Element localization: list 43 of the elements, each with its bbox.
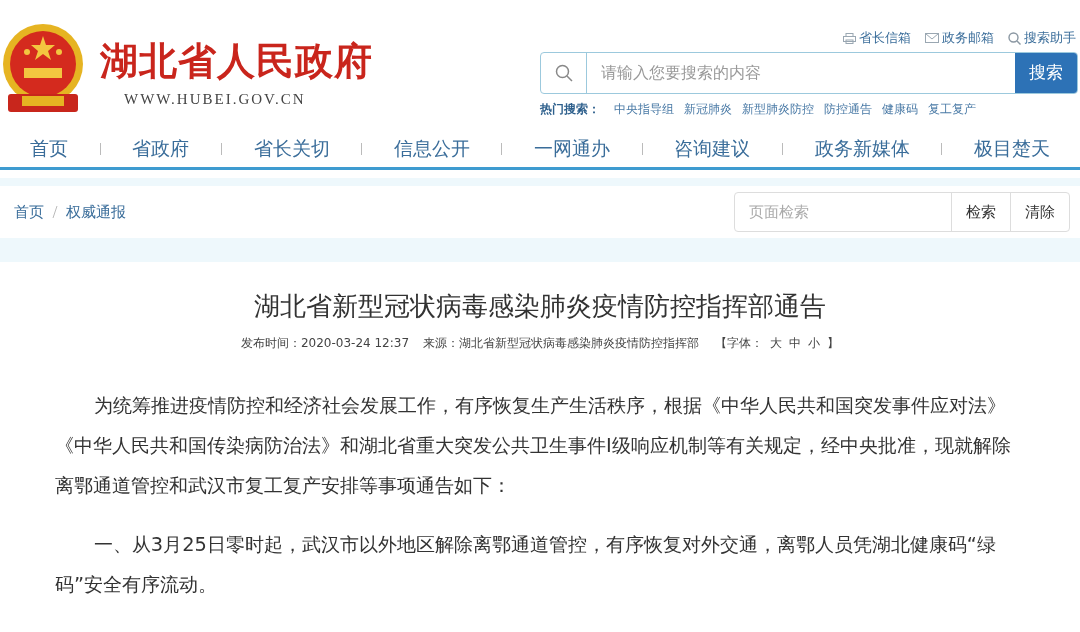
page-search-button[interactable]: 检索 [951, 193, 1010, 231]
nav-link[interactable]: 政务新媒体 [814, 134, 910, 163]
nav-link[interactable]: 咨询建议 [674, 134, 751, 163]
hot-search-label: 热门搜索： [540, 101, 600, 118]
font-size-bracket: 】 [827, 335, 840, 352]
hot-search-link[interactable]: 防控通告 [824, 100, 872, 118]
breadcrumb-link[interactable]: 权威通报 [66, 200, 126, 224]
search-box[interactable]: 请输入您要搜索的内容 搜索 [540, 52, 1078, 94]
article-source: 来源：湖北省新型冠状病毒感染肺炎疫情防控指挥部 [423, 335, 700, 352]
article-paragraph: 为统筹推进疫情防控和经济社会发展工作，有序恢复生产生活秩序，根据《中华人民共和国突发事件应对法》《中华人民共和国传染病防治法》和湖北省重大突发公共卫生事件I级响应机制等有关规定，经中央批准，现就解除离鄂通道管控和武汉市复工复产安排等事项通告如下： [55, 393, 1012, 499]
nav-link[interactable]: 一网通办 [534, 134, 611, 163]
printer-icon [843, 32, 856, 44]
site-url: WWW.HUBEI.GOV.CN [124, 90, 307, 109]
hot-search-link[interactable]: 新冠肺炎 [684, 100, 732, 118]
nav-link[interactable]: 信息公开 [393, 134, 470, 163]
article-title: 湖北省新型冠状病毒感染肺炎疫情防控指挥部通告 [254, 290, 826, 323]
hot-search-link[interactable]: 复工复产 [928, 100, 976, 118]
font-size-label: 【字体： [715, 335, 764, 352]
font-size-link[interactable]: 大 [770, 334, 783, 352]
slash-icon [52, 205, 58, 219]
search-icon [1008, 31, 1021, 45]
font-size-link[interactable]: 小 [808, 334, 821, 352]
nav-link[interactable]: 首页 [30, 134, 68, 163]
hot-search-link[interactable]: 新型肺炎防控 [742, 100, 814, 118]
breadcrumb-link[interactable]: 首页 [14, 200, 44, 224]
font-size-link[interactable]: 中 [789, 334, 802, 352]
envelope-icon [925, 33, 939, 43]
hot-search-link[interactable]: 健康码 [882, 100, 918, 118]
search-button[interactable]: 搜索 [1015, 53, 1077, 93]
nav-link[interactable]: 极目楚天 [973, 134, 1050, 163]
page-search-button[interactable]: 清除 [1010, 193, 1069, 231]
nav-link[interactable]: 省长关切 [253, 134, 330, 163]
article-paragraph: 一、从3月25日零时起，武汉市以外地区解除离鄂通道管控，有序恢复对外交通，离鄂人员凭湖北健康码“绿码”安全有序流动。 [55, 532, 997, 598]
nav-link[interactable]: 省政府 [132, 134, 190, 163]
emblem-icon [0, 24, 86, 114]
top-link[interactable]: 省长信箱 [843, 28, 911, 48]
top-link[interactable]: 政务邮箱 [925, 28, 994, 48]
hot-search-link[interactable]: 中央指导组 [614, 100, 674, 118]
search-icon [554, 64, 573, 82]
site-name: 湖北省人民政府 [100, 38, 373, 84]
page-search-field[interactable]: 页面检索 检索 清除 [734, 192, 1070, 232]
publish-time: 发布时间：2020-03-24 12:37 [240, 335, 410, 352]
top-link[interactable]: 搜索助手 [1008, 28, 1076, 48]
